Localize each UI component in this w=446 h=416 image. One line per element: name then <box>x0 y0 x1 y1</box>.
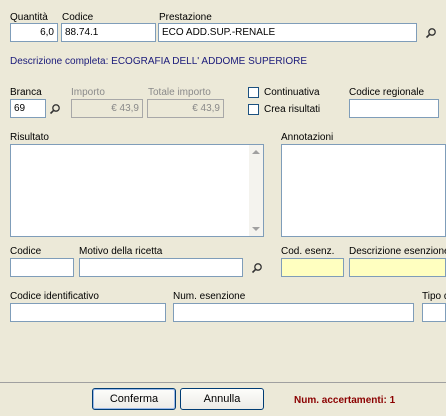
conferma-button[interactable]: Conferma <box>92 388 176 410</box>
num-esenzione-field[interactable] <box>173 303 414 322</box>
search-lens-icon[interactable] <box>251 262 263 274</box>
continuativa-label: Continuativa <box>264 87 320 98</box>
continuativa-checkbox[interactable] <box>248 87 259 98</box>
num-accertamenti-status: Num. accertamenti: 1 <box>294 395 396 406</box>
cod-esenz-label: Cod. esenz. <box>281 246 335 257</box>
motivo-ricetta-label: Motivo della ricetta <box>79 246 163 257</box>
risultato-textarea[interactable] <box>10 144 264 237</box>
importo-field: € 43,9 <box>71 99 143 118</box>
crea-risultati-label: Crea risultati <box>264 104 321 115</box>
annulla-button[interactable]: Annulla <box>180 388 264 410</box>
codice-label: Codice <box>62 12 94 23</box>
branca-field[interactable]: 69 <box>10 99 46 118</box>
codice-motivo-label: Codice <box>10 246 42 257</box>
search-lens-icon[interactable] <box>425 27 437 39</box>
codice-field[interactable]: 88.74.1 <box>61 23 156 42</box>
scroll-up-icon[interactable] <box>252 150 260 154</box>
motivo-ricetta-field[interactable] <box>79 258 243 277</box>
branca-label: Branca <box>10 87 42 98</box>
prestazione-label: Prestazione <box>159 12 212 23</box>
form-panel: Quantità 6,0 Codice 88.74.1 Prestazione … <box>0 0 446 383</box>
cod-esenz-field[interactable] <box>281 258 344 277</box>
descrizione-esenzione-field[interactable] <box>349 258 446 277</box>
search-lens-icon[interactable] <box>49 103 61 115</box>
tipo-label: Tipo d <box>422 291 446 302</box>
descrizione-completa: Descrizione completa: ECOGRAFIA DELL' AD… <box>10 56 307 67</box>
annotazioni-textarea[interactable] <box>281 144 446 237</box>
annotazioni-label: Annotazioni <box>281 132 334 143</box>
risultato-scrollbar[interactable] <box>249 145 263 236</box>
descrizione-esenzione-label: Descrizione esenzione <box>349 246 446 257</box>
totale-importo-field: € 43,9 <box>147 99 224 118</box>
totale-importo-label: Totale importo <box>148 87 211 98</box>
codice-identificativo-label: Codice identificativo <box>10 291 99 302</box>
codice-regionale-label: Codice regionale <box>349 87 425 98</box>
codice-motivo-field[interactable] <box>10 258 74 277</box>
quantita-field[interactable]: 6,0 <box>10 23 58 42</box>
risultato-label: Risultato <box>10 132 49 143</box>
importo-label: Importo <box>71 87 105 98</box>
crea-risultati-checkbox[interactable] <box>248 104 259 115</box>
quantita-label: Quantità <box>10 12 48 23</box>
prestazione-field[interactable]: ECO ADD.SUP.-RENALE <box>158 23 417 42</box>
codice-identificativo-field[interactable] <box>10 303 166 322</box>
scroll-down-icon[interactable] <box>252 227 260 231</box>
num-esenzione-label: Num. esenzione <box>173 291 246 302</box>
tipo-field[interactable] <box>422 303 446 322</box>
codice-regionale-field[interactable] <box>349 99 439 118</box>
